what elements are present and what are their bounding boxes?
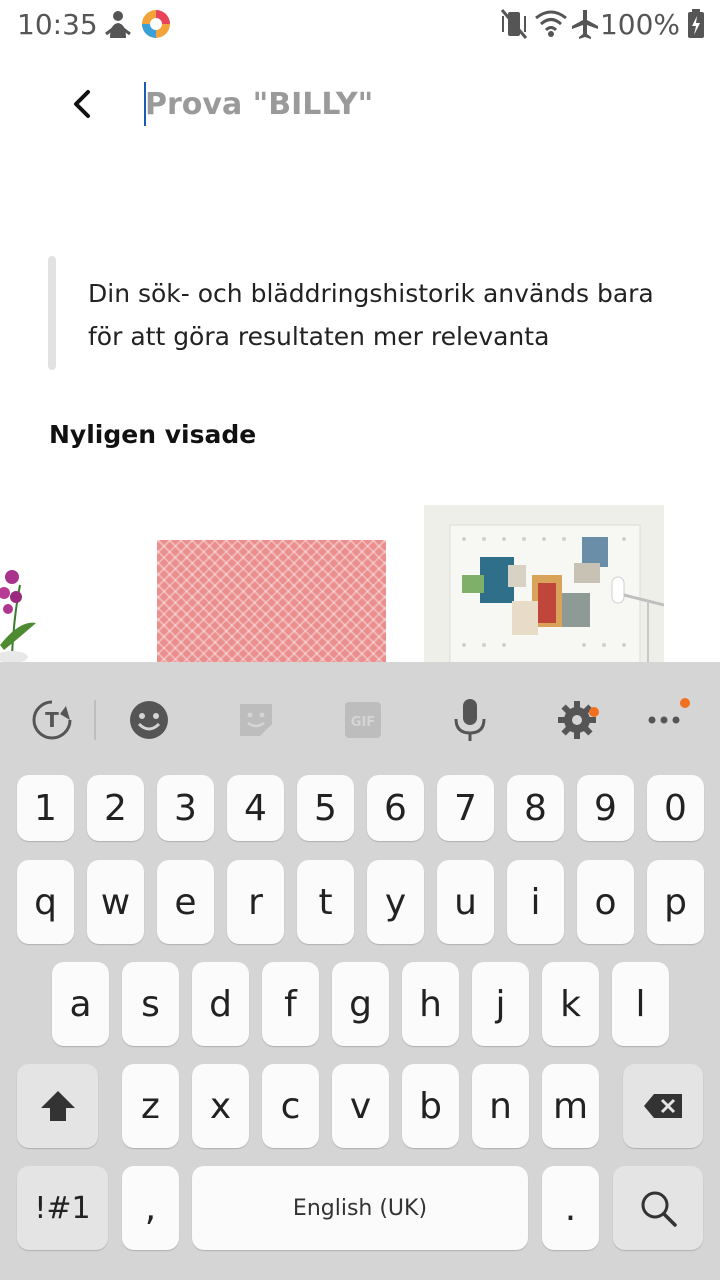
- info-accent-bar: [48, 256, 56, 370]
- key-9[interactable]: 9: [577, 775, 634, 841]
- key-8[interactable]: 8: [507, 775, 564, 841]
- keyboard-toolbar: T GIF: [0, 662, 720, 772]
- period-key[interactable]: .: [542, 1166, 599, 1250]
- pegboard-image: [449, 524, 664, 665]
- app-logo-icon: [140, 8, 172, 44]
- emoji-icon[interactable]: [121, 692, 177, 748]
- key-c[interactable]: c: [262, 1064, 319, 1148]
- key-p[interactable]: p: [647, 860, 704, 944]
- orchid-plant-image: [0, 570, 36, 663]
- key-d[interactable]: d: [192, 962, 249, 1046]
- key-4[interactable]: 4: [227, 775, 284, 841]
- key-f[interactable]: f: [262, 962, 319, 1046]
- key-y[interactable]: y: [367, 860, 424, 944]
- key-7[interactable]: 7: [437, 775, 494, 841]
- recently-viewed-title: Nyligen visade: [49, 420, 257, 449]
- settings-icon[interactable]: [549, 692, 605, 748]
- key-l[interactable]: l: [612, 962, 669, 1046]
- key-q[interactable]: q: [17, 860, 74, 944]
- chevron-left-icon: [74, 90, 90, 118]
- key-k[interactable]: k: [542, 962, 599, 1046]
- key-i[interactable]: i: [507, 860, 564, 944]
- key-v[interactable]: v: [332, 1064, 389, 1148]
- key-6[interactable]: 6: [367, 775, 424, 841]
- key-2[interactable]: 2: [87, 775, 144, 841]
- key-s[interactable]: s: [122, 962, 179, 1046]
- key-g[interactable]: g: [332, 962, 389, 1046]
- shift-key[interactable]: [17, 1064, 98, 1148]
- key-a[interactable]: a: [52, 962, 109, 1046]
- battery-charging-icon: [686, 8, 706, 44]
- key-t[interactable]: t: [297, 860, 354, 944]
- symbols-key[interactable]: !#1: [17, 1166, 108, 1250]
- back-button[interactable]: [62, 82, 102, 126]
- wifi-icon: [534, 8, 568, 42]
- mic-icon[interactable]: [442, 692, 498, 748]
- text-cursor: [144, 82, 146, 126]
- toolbar-divider: [94, 700, 96, 740]
- svg-text:T: T: [45, 708, 59, 732]
- key-0[interactable]: 0: [647, 775, 704, 841]
- airplane-icon: [570, 8, 600, 44]
- backspace-key[interactable]: [623, 1064, 703, 1148]
- key-b[interactable]: b: [402, 1064, 459, 1148]
- key-o[interactable]: o: [577, 860, 634, 944]
- search-icon: [641, 1191, 677, 1227]
- history-info-text: Din sök- och bläddringshistorik används …: [88, 279, 654, 351]
- backspace-icon: [644, 1094, 682, 1118]
- key-h[interactable]: h: [402, 962, 459, 1046]
- recent-item-orchid[interactable]: [0, 505, 40, 665]
- key-3[interactable]: 3: [157, 775, 214, 841]
- shift-icon: [40, 1091, 75, 1121]
- key-x[interactable]: x: [192, 1064, 249, 1148]
- key-j[interactable]: j: [472, 962, 529, 1046]
- more-notification-dot: [680, 698, 690, 708]
- battery-percent: 100%: [599, 8, 680, 41]
- pink-rug-image: [157, 540, 386, 665]
- search-key[interactable]: [613, 1166, 703, 1250]
- gif-label: GIF: [351, 715, 375, 730]
- comma-key[interactable]: ,: [122, 1166, 179, 1250]
- vibrate-mute-icon: [500, 8, 528, 44]
- recent-item-pegboard[interactable]: [424, 505, 664, 665]
- person-icon: [104, 8, 132, 46]
- key-1[interactable]: 1: [17, 775, 74, 841]
- recent-item-rug[interactable]: [157, 540, 386, 665]
- sticker-icon[interactable]: [228, 692, 284, 748]
- key-r[interactable]: r: [227, 860, 284, 944]
- key-m[interactable]: m: [542, 1064, 599, 1148]
- key-e[interactable]: e: [157, 860, 214, 944]
- status-bar: 10:35 100%: [0, 0, 720, 50]
- search-input[interactable]: [145, 80, 665, 128]
- key-5[interactable]: 5: [297, 775, 354, 841]
- key-u[interactable]: u: [437, 860, 494, 944]
- translate-icon[interactable]: T: [24, 692, 80, 748]
- key-w[interactable]: w: [87, 860, 144, 944]
- space-key[interactable]: English (UK): [192, 1166, 528, 1250]
- gif-icon[interactable]: GIF: [335, 692, 391, 748]
- key-n[interactable]: n: [472, 1064, 529, 1148]
- status-time: 10:35: [17, 8, 98, 41]
- on-screen-keyboard: T GIF 1234567890 qwertyuiop asdfghjkl zxcvb…: [0, 662, 720, 1280]
- key-z[interactable]: z: [122, 1064, 179, 1148]
- settings-notification-dot: [589, 707, 599, 717]
